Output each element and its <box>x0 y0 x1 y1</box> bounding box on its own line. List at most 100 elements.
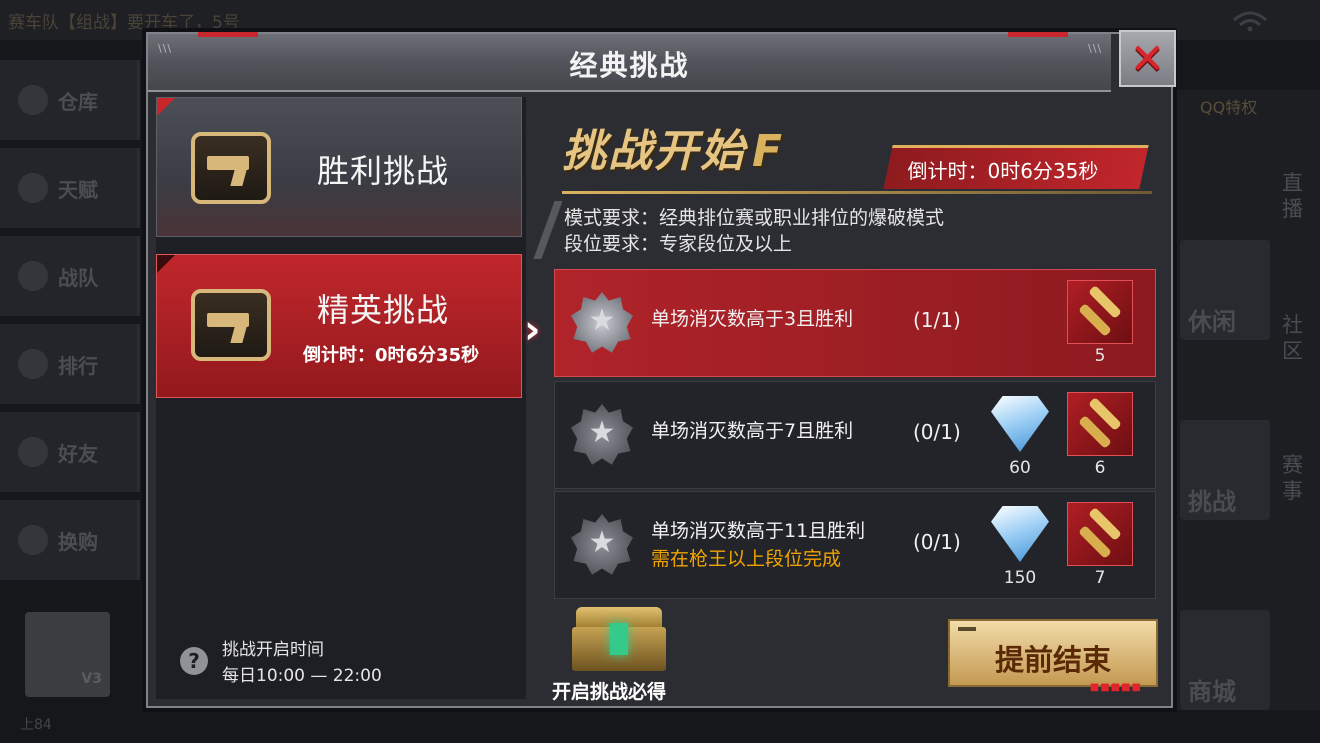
trophy-icon <box>18 349 48 379</box>
reward-qty: 60 <box>1009 458 1031 478</box>
open-time-hours: 每日10:00 — 22:00 <box>222 666 382 686</box>
reward-qty: 7 <box>1094 568 1106 588</box>
tab-elite-challenge[interactable]: 精英挑战 倒计时：0时6分35秒 <box>156 254 522 398</box>
lobby-side-item[interactable]: 仓库 <box>0 60 140 140</box>
dialog-title: 经典挑战 <box>569 49 690 82</box>
lobby-mode-label: 商城 <box>1188 678 1236 706</box>
banner-mark: F <box>752 126 785 177</box>
vertical-tab[interactable]: 社区 <box>1282 312 1306 364</box>
clan-icon <box>18 261 48 291</box>
requirement-accent <box>533 201 563 259</box>
vip-badge: V3 <box>81 671 102 687</box>
lobby-side-item[interactable]: 天赋 <box>0 148 140 228</box>
wifi-icon <box>1233 11 1267 32</box>
lobby-mode-block[interactable]: 休闲 <box>1180 240 1270 340</box>
button-mark <box>958 627 976 631</box>
warehouse-icon <box>18 85 48 115</box>
task-text: 单场消灭数高于7且胜利 <box>651 420 854 442</box>
lobby-right-panel: QQ特权 直播 社区 赛事 休闲 挑战 商城 <box>1170 90 1320 710</box>
talent-icon <box>18 173 48 203</box>
task-row[interactable]: ★ 单场消灭数高于3且胜利 (1/1) 5 <box>554 269 1156 377</box>
lobby-side-label: 天赋 <box>58 177 98 202</box>
task-progress: (1/1) <box>913 308 961 332</box>
close-x-icon: ✕ <box>1129 33 1166 83</box>
lobby-mode-block[interactable]: 挑战 <box>1180 420 1270 520</box>
tab-label: 精英挑战 <box>317 291 450 329</box>
exchange-icon <box>18 525 48 555</box>
bullets-icon <box>1067 502 1133 566</box>
bullets-icon <box>1067 392 1133 456</box>
banner-text: 挑战开始 <box>562 126 746 177</box>
corner-accent <box>157 98 175 116</box>
lobby-side-label: 好友 <box>58 441 98 466</box>
button-leds: ■■■■■ <box>1089 682 1142 693</box>
task-progress: (0/1) <box>913 530 961 554</box>
pistol-crate-icon <box>191 132 271 204</box>
diamond-icon <box>987 392 1053 456</box>
qq-privilege-label[interactable]: QQ特权 <box>1200 94 1257 118</box>
lobby-side-label: 仓库 <box>58 89 98 114</box>
treasure-chest-icon[interactable] <box>572 607 666 671</box>
challenge-tab-panel: 胜利挑战 精英挑战 倒计时：0时6分35秒 › ? 挑战开启时间 每日10:00… <box>156 97 540 699</box>
close-button[interactable]: ✕ <box>1119 30 1176 87</box>
mode-requirement: 模式要求：经典排位赛或职业排位的爆破模式 <box>564 207 945 229</box>
lobby-mode-label: 休闲 <box>1188 308 1236 336</box>
lobby-side-item[interactable]: 换购 <box>0 500 140 580</box>
title-accent <box>198 32 258 37</box>
classic-challenge-dialog: \\\ \\\ 经典挑战 ✕ 胜利挑战 精英挑战 倒计时：0时6分35秒 › ?… <box>146 30 1176 708</box>
friends-icon <box>18 437 48 467</box>
lobby-side-label: 战队 <box>58 265 98 290</box>
avatar[interactable]: V3 <box>25 612 110 697</box>
tab-countdown: 倒计时：0时6分35秒 <box>303 345 480 366</box>
chest-gem <box>610 623 628 655</box>
reward-item[interactable]: 7 <box>1067 502 1133 588</box>
reward-item[interactable]: 5 <box>1067 280 1133 366</box>
lobby-sidebar: 仓库 天赋 战队 排行 好友 换购 <box>0 60 140 588</box>
reward-item[interactable]: 60 <box>987 392 1053 478</box>
task-text: 单场消灭数高于11且胜利 <box>651 520 866 542</box>
pistol-crate-icon <box>191 289 271 361</box>
bullets-icon <box>1067 280 1133 344</box>
chest-label: 开启挑战必得 <box>552 681 667 703</box>
challenge-detail-panel: 挑战开始 F 倒计时：0时6分35秒 模式要求：经典排位赛或职业排位的爆破模式 段… <box>532 97 1159 703</box>
lobby-ticker: 赛车队【组战】要开车了，5号 <box>8 13 240 33</box>
open-time-info: ? 挑战开启时间 每日10:00 — 22:00 <box>180 637 382 689</box>
task-row[interactable]: ★ 单场消灭数高于7且胜利 (0/1) 60 6 <box>554 381 1156 489</box>
lobby-side-item[interactable]: 排行 <box>0 324 140 404</box>
star-medal-icon: ★ <box>571 292 633 353</box>
task-text: 单场消灭数高于3且胜利 <box>651 308 854 330</box>
lobby-side-label: 排行 <box>58 353 98 378</box>
requirements: 模式要求：经典排位赛或职业排位的爆破模式 段位要求：专家段位及以上 <box>564 205 944 257</box>
diamond-icon <box>987 502 1053 566</box>
end-early-button[interactable]: 提前结束 ■■■■■ <box>948 619 1158 693</box>
end-early-label: 提前结束 <box>994 643 1111 677</box>
star-medal-icon: ★ <box>571 514 633 575</box>
lobby-mode-label: 挑战 <box>1188 488 1236 516</box>
task-row[interactable]: ★ 单场消灭数高于11且胜利 需在枪王以上段位完成 (0/1) 150 7 <box>554 491 1156 599</box>
tab-label: 胜利挑战 <box>317 152 450 190</box>
lobby-side-item[interactable]: 好友 <box>0 412 140 492</box>
vertical-tab[interactable]: 赛事 <box>1282 452 1306 504</box>
rank-text: 上84 <box>20 717 52 733</box>
reward-qty: 6 <box>1094 458 1106 478</box>
lobby-mode-block[interactable]: 商城 <box>1180 610 1270 710</box>
reward-item[interactable]: 150 <box>987 502 1053 588</box>
dialog-title-bar: \\\ \\\ 经典挑战 <box>148 32 1111 92</box>
tab-victory-challenge[interactable]: 胜利挑战 <box>156 97 522 237</box>
title-accent <box>1008 32 1068 37</box>
corner-accent <box>157 255 175 273</box>
rank-requirement: 段位要求：专家段位及以上 <box>564 233 793 255</box>
lobby-side-item[interactable]: 战队 <box>0 236 140 316</box>
reward-qty: 150 <box>1003 568 1037 588</box>
challenge-start-banner: 挑战开始 F <box>562 115 784 179</box>
reward-item[interactable]: 6 <box>1067 392 1133 478</box>
star-medal-icon: ★ <box>571 404 633 465</box>
gold-divider <box>562 191 1152 194</box>
question-icon[interactable]: ? <box>180 647 208 675</box>
open-time-title: 挑战开启时间 <box>222 640 324 660</box>
challenge-countdown: 倒计时：0时6分35秒 <box>883 145 1149 189</box>
lobby-side-label: 换购 <box>58 529 98 554</box>
reward-qty: 5 <box>1094 346 1106 366</box>
task-note: 需在枪王以上段位完成 <box>651 548 842 570</box>
vertical-tab[interactable]: 直播 <box>1282 170 1306 222</box>
